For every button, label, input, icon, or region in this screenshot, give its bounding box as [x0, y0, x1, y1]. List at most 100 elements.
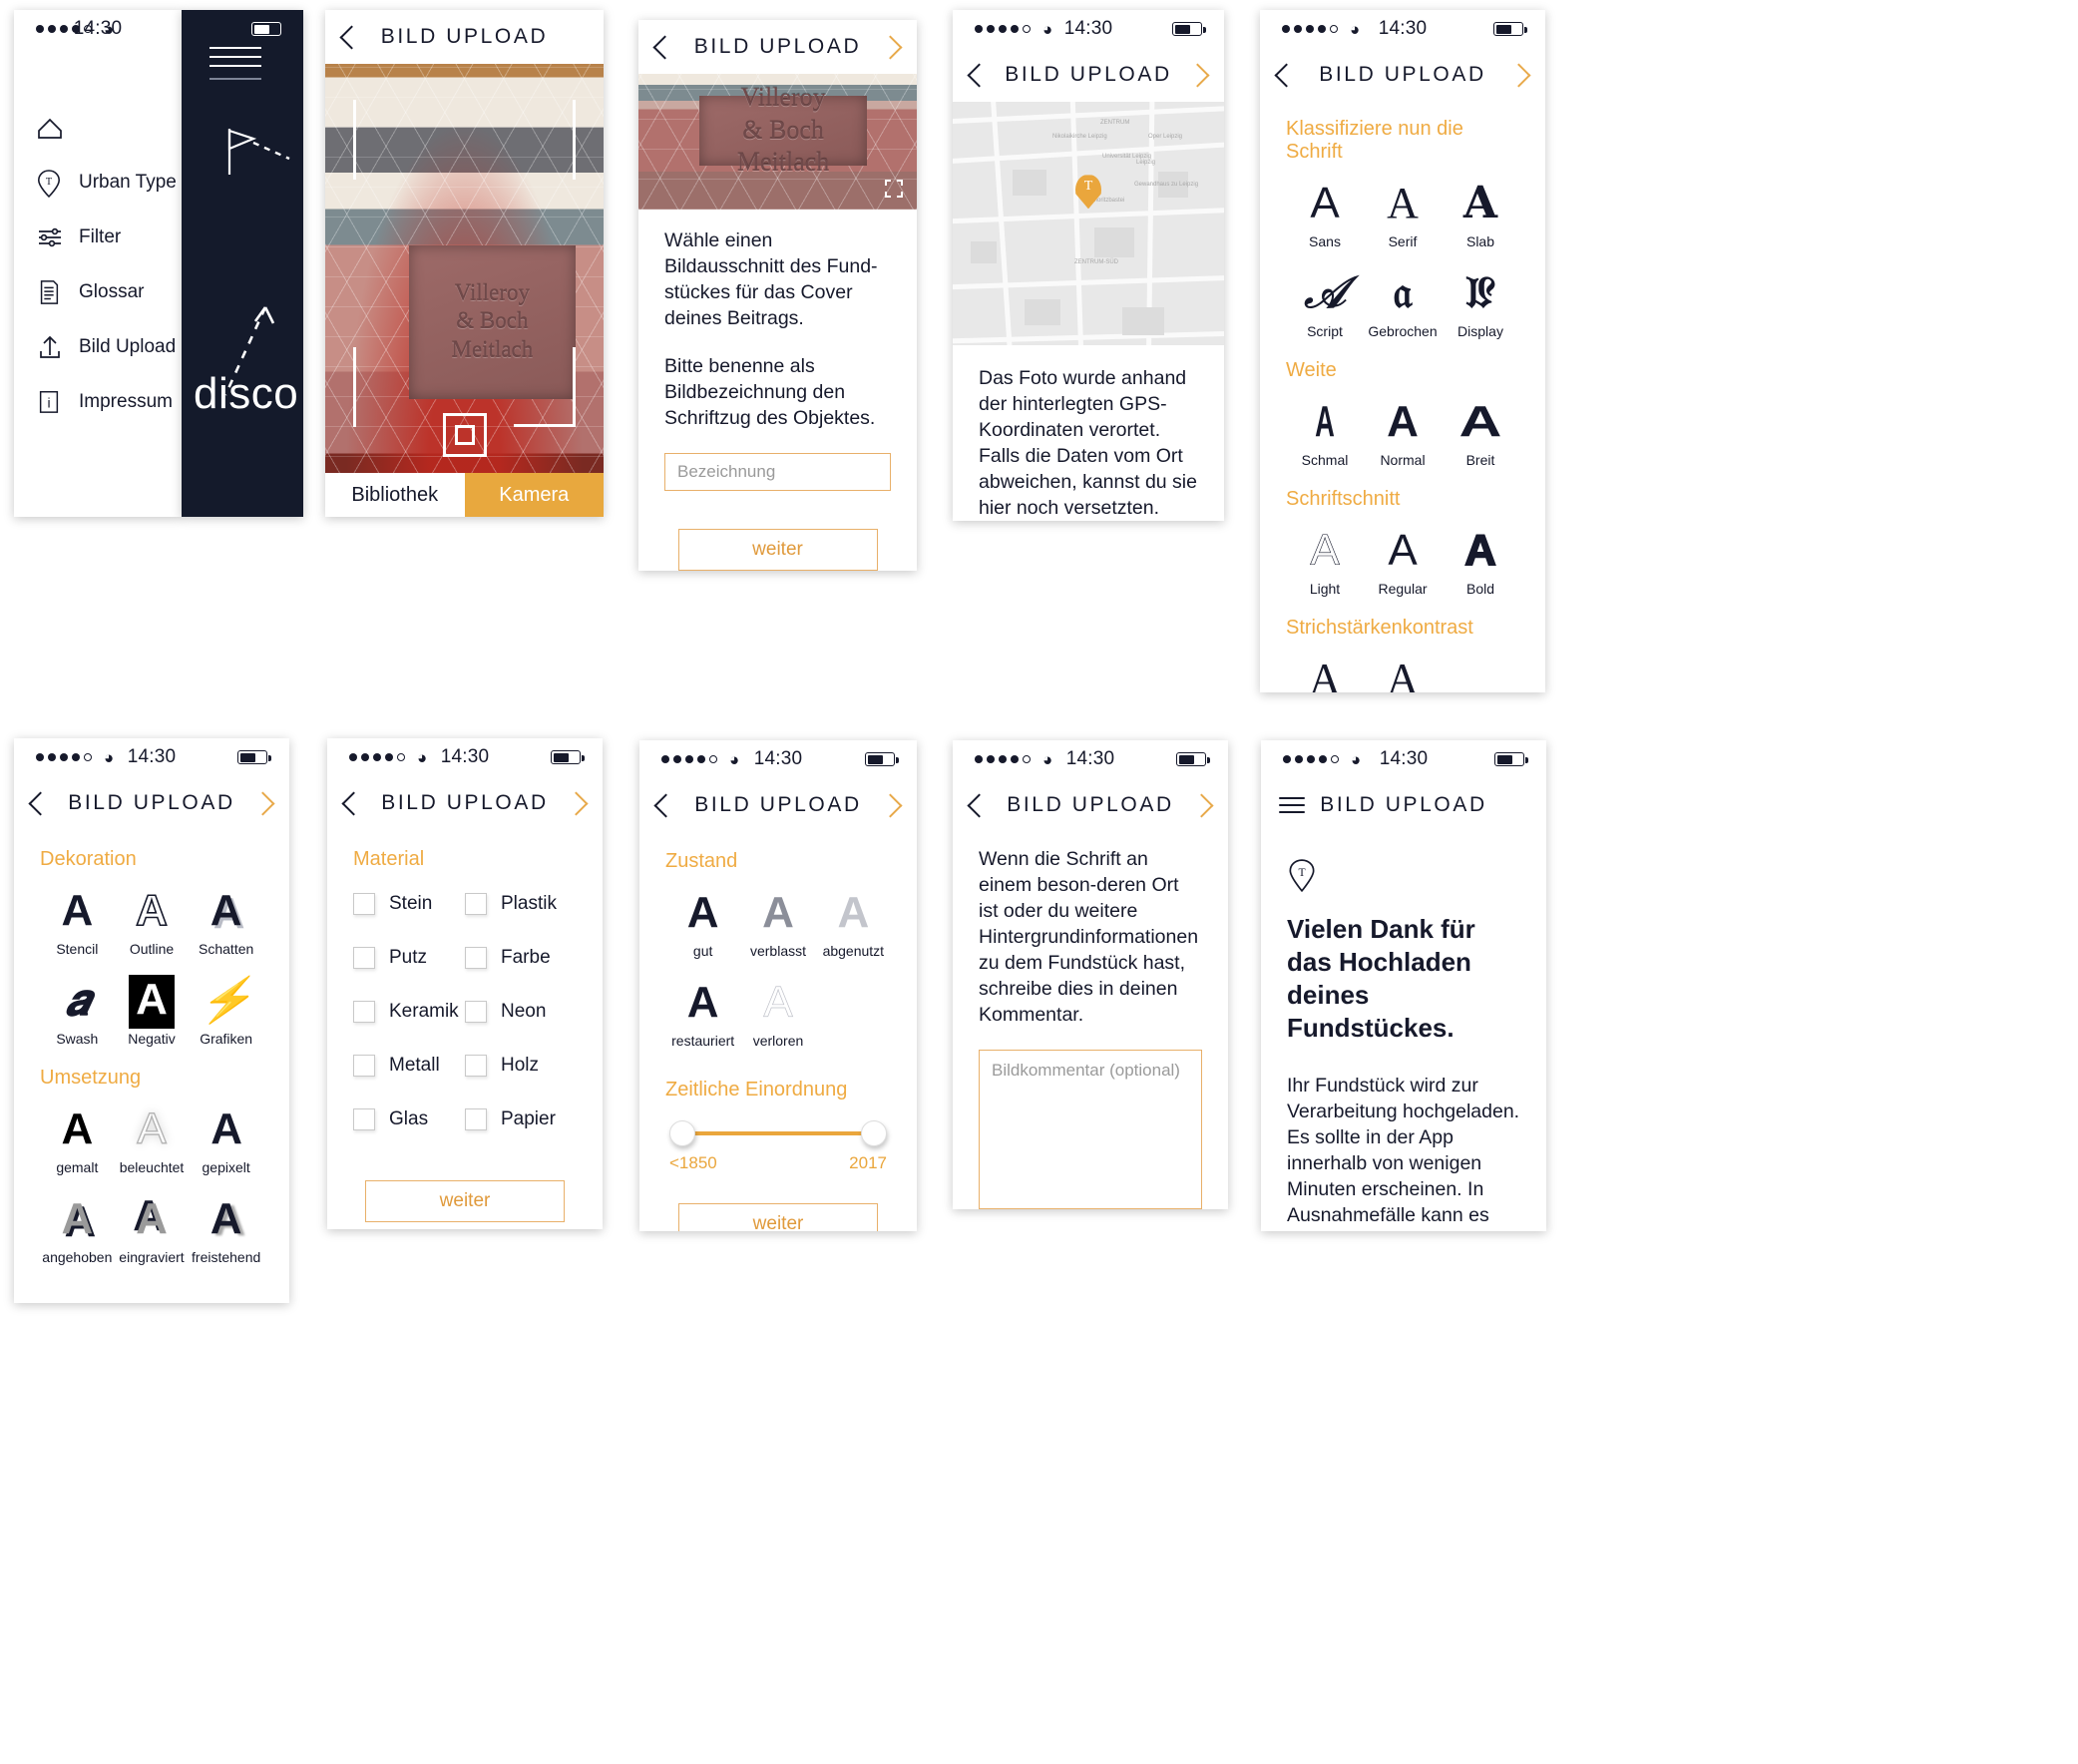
forward-button[interactable] [1171, 48, 1224, 102]
camera-viewfinder[interactable]: Villeroy & Boch Meitlach Bibliothek Kame… [325, 64, 604, 517]
umsetzung-option-eingraviert[interactable]: Aeingraviert [115, 1185, 190, 1275]
screen-material: ◕ 14:30 BILD UPLOAD Material Stein Plast… [327, 738, 603, 1229]
weiter-button[interactable]: weiter [677, 529, 878, 571]
bildkommentar-textarea[interactable]: Bildkommentar (optional) [979, 1050, 1202, 1209]
shutter-button[interactable] [442, 413, 487, 457]
back-button[interactable] [14, 776, 67, 830]
tab-bibliothek[interactable]: Bibliothek [325, 473, 465, 517]
zustand-option-gut[interactable]: Agut [665, 879, 740, 969]
checkbox-box [465, 1055, 487, 1077]
deco-option-stencil[interactable]: A Stencil [40, 877, 115, 967]
battery-icon [1494, 752, 1528, 766]
checkbox-plastik[interactable]: Plastik [465, 877, 577, 931]
bezeichnung-input[interactable]: Bezeichnung [664, 453, 891, 491]
zustand-option-verblasst[interactable]: Averblasst [740, 879, 815, 969]
slider-knob-min[interactable] [669, 1120, 695, 1146]
umsetzung-option-gemalt[interactable]: Agemalt [40, 1096, 115, 1185]
zustand-option-abgenutzt[interactable]: Aabgenutzt [816, 879, 891, 969]
back-button[interactable] [638, 20, 691, 74]
type-option-sans[interactable]: A Sans [1286, 170, 1364, 259]
umsetzung-option-freistehend[interactable]: Afreistehend [189, 1185, 263, 1275]
checkbox-label: Putz [389, 947, 428, 968]
status-bar: ◕ 14:30 [327, 738, 603, 776]
time-range-slider[interactable]: <1850 2017 [665, 1115, 891, 1173]
battery-icon [865, 752, 899, 766]
tab-kamera[interactable]: Kamera [464, 473, 604, 517]
checkbox-box [465, 947, 487, 969]
hamburger-icon[interactable] [209, 40, 261, 87]
map-view[interactable]: ZENTRUM Nikolaikirche Leipzig Oper Leipz… [953, 102, 1224, 345]
forward-chevron-icon [1189, 792, 1214, 818]
checkbox-papier[interactable]: Papier [465, 1093, 577, 1146]
type-option-schmal[interactable]: A Schmal [1286, 388, 1364, 478]
back-button[interactable] [639, 778, 692, 832]
checkbox-stein[interactable]: Stein [353, 877, 465, 931]
type-option-geradlinig[interactable]: AGeradlinig [1364, 646, 1442, 692]
glyph-a: A [210, 1104, 242, 1153]
type-option-light[interactable]: A Light [1286, 517, 1364, 607]
back-button[interactable] [1260, 48, 1313, 102]
menu-dark-overlay[interactable]: disco [182, 10, 303, 517]
forward-button[interactable] [1175, 778, 1228, 832]
umsetzung-option-gepixelt[interactable]: Agepixelt [189, 1096, 263, 1185]
back-button[interactable] [325, 10, 378, 64]
screen-camera: BILD UPLOAD Villeroy & Boch Meitlach Bib… [325, 10, 604, 517]
sign-plate: Villeroy & Boch Meitlach [699, 83, 867, 177]
sidebar-item-filter[interactable]: Filter [36, 210, 182, 264]
type-option-regular[interactable]: A Regular [1364, 517, 1442, 607]
checkbox-glas[interactable]: Glas [353, 1093, 465, 1146]
checkbox-keramik[interactable]: Keramik [353, 985, 465, 1039]
back-button[interactable] [327, 776, 380, 830]
type-option-breit[interactable]: A Breit [1442, 388, 1519, 478]
type-option-gebrochen[interactable]: 𝔞 Gebrochen [1364, 259, 1442, 349]
back-button[interactable] [953, 48, 1006, 102]
glyph-a: A [1388, 526, 1418, 575]
deco-option-swash[interactable]: 𝒂 Swash [40, 967, 115, 1057]
checkbox-neon[interactable]: Neon [465, 985, 577, 1039]
deco-option-schatten[interactable]: A Schatten [189, 877, 263, 967]
forward-button[interactable] [864, 778, 917, 832]
type-option-label: angehoben [42, 1249, 113, 1265]
type-option-label: Outline [129, 941, 175, 957]
checkbox-farbe[interactable]: Farbe [465, 931, 577, 985]
photo-thumbnail[interactable]: Villeroy & Boch Meitlach [638, 74, 917, 210]
type-option-bold[interactable]: A Bold [1442, 517, 1519, 607]
type-option-serif[interactable]: A Serif [1364, 170, 1442, 259]
status-bar: ◕ 14:30 [953, 740, 1228, 778]
forward-button[interactable] [236, 776, 289, 830]
wifi-icon: ◕ [104, 19, 115, 39]
section-title-schriftschnitt: Schriftschnitt [1286, 488, 1401, 510]
slider-knob-max[interactable] [861, 1120, 887, 1146]
sidebar-item-glossar[interactable]: Glossar [36, 264, 182, 319]
crop-guide-left [353, 100, 356, 180]
type-option-display[interactable]: 𝔄 Display [1442, 259, 1519, 349]
weiter-button[interactable]: weiter [678, 1203, 878, 1231]
sidebar-item-bild-upload[interactable]: Bild Upload [36, 319, 182, 374]
deco-option-negativ[interactable]: A Negativ [115, 967, 190, 1057]
screen-kommentar: ◕ 14:30 BILD UPLOAD Wenn die Schrift an … [953, 740, 1228, 1209]
deco-option-grafiken[interactable]: ⚡ Grafiken [189, 967, 263, 1057]
zustand-option-restauriert[interactable]: Arestauriert [665, 969, 740, 1059]
type-option-kontrast[interactable]: AKontrast [1286, 646, 1364, 692]
checkbox-holz[interactable]: Holz [465, 1039, 577, 1093]
expand-icon[interactable] [883, 178, 905, 200]
sidebar-item-impressum[interactable]: i Impressum [36, 374, 182, 429]
sidebar-item-home[interactable] [36, 100, 182, 155]
forward-button[interactable] [1492, 48, 1545, 102]
weiter-button[interactable]: weiter [365, 1180, 565, 1222]
checkbox-metall[interactable]: Metall [353, 1039, 465, 1093]
page-title: BILD UPLOAD [380, 25, 549, 48]
forward-button[interactable] [864, 20, 917, 74]
back-button[interactable] [953, 778, 1006, 832]
checkbox-putz[interactable]: Putz [353, 931, 465, 985]
sidebar-item-urban-type[interactable]: T Urban Type [36, 155, 182, 210]
deco-option-outline[interactable]: A Outline [115, 877, 190, 967]
forward-button[interactable] [550, 776, 603, 830]
umsetzung-option-beleuchtet[interactable]: Abeleuchtet [115, 1096, 190, 1185]
umsetzung-option-angehoben[interactable]: Aangehoben [40, 1185, 115, 1275]
type-option-script[interactable]: 𝒜 Script [1286, 259, 1364, 349]
type-option-slab[interactable]: A Slab [1442, 170, 1519, 259]
menu-button[interactable] [1261, 778, 1323, 832]
page-title: BILD UPLOAD [68, 791, 235, 814]
zustand-option-verloren[interactable]: Averloren [740, 969, 815, 1059]
